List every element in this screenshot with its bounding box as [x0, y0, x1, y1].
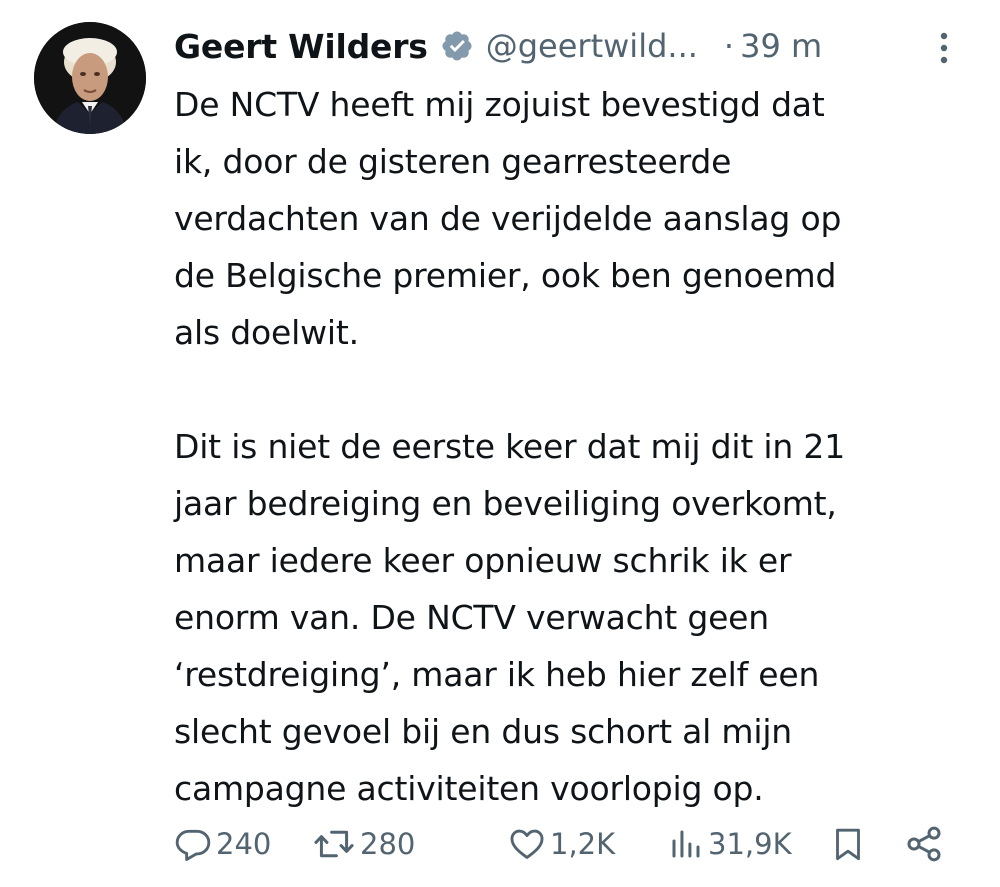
- separator-dot: ·: [723, 27, 735, 65]
- views-count: 31,9K: [708, 827, 792, 861]
- repost-count: 280: [360, 827, 416, 861]
- bookmark-button[interactable]: [830, 816, 866, 872]
- verified-badge-icon[interactable]: [440, 29, 474, 63]
- heart-icon: [508, 825, 546, 863]
- author-name[interactable]: Geert Wilders: [174, 27, 428, 66]
- share-icon: [904, 824, 944, 864]
- views-chart-icon: [668, 825, 704, 863]
- tweet-timestamp[interactable]: 39 m: [740, 27, 822, 65]
- like-button[interactable]: 1,2K: [508, 816, 615, 872]
- reply-icon: [174, 825, 212, 863]
- reply-button[interactable]: 240: [174, 816, 271, 872]
- bookmark-icon: [830, 825, 866, 863]
- author-handle[interactable]: @geertwild...: [486, 27, 698, 65]
- avatar-image: [34, 22, 146, 134]
- views-button[interactable]: 31,9K: [668, 816, 792, 872]
- action-bar: 240 280 1,2K 31,9K: [174, 816, 964, 872]
- like-count: 1,2K: [550, 827, 616, 861]
- repost-button[interactable]: 280: [312, 816, 415, 872]
- tweet-header: Geert Wilders @geertwild... · 39 m: [174, 18, 964, 74]
- more-vertical-icon[interactable]: [930, 28, 958, 68]
- share-button[interactable]: [904, 816, 944, 872]
- avatar[interactable]: [34, 22, 146, 134]
- tweet-text: De NCTV heeft mij zojuist bevestigd dat …: [174, 85, 845, 808]
- reply-count: 240: [216, 827, 272, 861]
- repost-icon: [312, 825, 356, 863]
